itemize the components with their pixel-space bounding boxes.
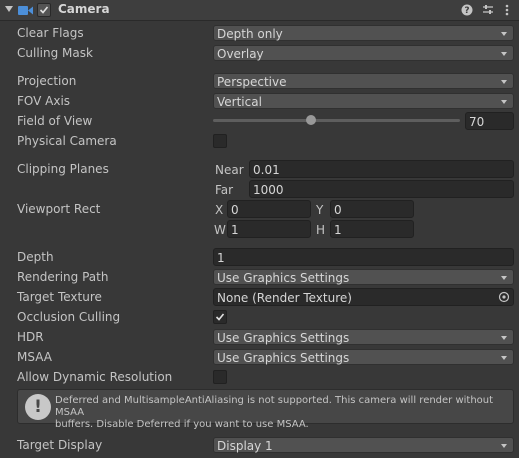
occlusion-culling-label: Occlusion Culling: [17, 310, 121, 324]
hdr-value: Use Graphics Settings: [217, 331, 350, 345]
help-message-line-1: Deferred and MultisampleAntiAliasing is …: [55, 395, 494, 418]
clipping-planes-label: Clipping Planes: [17, 162, 109, 176]
culling-mask-value: Overlay: [217, 47, 264, 61]
dropdown-arrow-icon: [501, 356, 507, 360]
near-label: Near: [215, 163, 244, 177]
physical-camera-checkbox[interactable]: [213, 134, 227, 148]
projection-dropdown[interactable]: Perspective: [213, 73, 514, 89]
msaa-dropdown[interactable]: Use Graphics Settings: [213, 349, 514, 365]
allow-dynamic-resolution-label: Allow Dynamic Resolution: [17, 370, 173, 384]
svg-text:?: ?: [464, 6, 469, 16]
clear-flags-label: Clear Flags: [17, 26, 84, 40]
dropdown-arrow-icon: [501, 52, 507, 56]
field-of-view-slider-handle[interactable]: [306, 115, 316, 125]
culling-mask-label: Culling Mask: [17, 46, 93, 60]
viewport-w-input[interactable]: 1: [227, 220, 311, 238]
fov-axis-value: Vertical: [217, 95, 262, 109]
camera-icon: [18, 6, 33, 15]
help-icon[interactable]: ?: [460, 2, 474, 16]
object-picker-icon[interactable]: [498, 291, 510, 303]
more-options-icon[interactable]: [502, 2, 512, 16]
viewport-x-input[interactable]: 0: [227, 200, 311, 218]
far-label: Far: [215, 183, 234, 197]
msaa-warning-helpbox: ! Deferred and MultisampleAntiAliasing i…: [17, 389, 514, 430]
target-display-dropdown[interactable]: Display 1: [213, 437, 514, 453]
fov-axis-label: FOV Axis: [17, 94, 71, 108]
msaa-value: Use Graphics Settings: [217, 351, 350, 365]
depth-label: Depth: [17, 250, 54, 264]
field-of-view-slider-track[interactable]: [213, 119, 460, 122]
component-enabled-checkbox[interactable]: [37, 3, 51, 17]
checkmark-icon: [215, 313, 225, 321]
viewport-w-label: W: [214, 223, 226, 237]
foldout-arrow-icon[interactable]: [5, 6, 13, 12]
physical-camera-label: Physical Camera: [17, 134, 117, 148]
rendering-path-label: Rendering Path: [17, 270, 109, 284]
near-clip-input[interactable]: 0.01: [249, 160, 514, 178]
presets-icon[interactable]: [481, 2, 495, 16]
help-message-line-2: buffers. Disable Deferred if you want to…: [55, 419, 309, 430]
hdr-label: HDR: [17, 330, 44, 344]
target-texture-label: Target Texture: [17, 290, 102, 304]
target-display-label: Target Display: [17, 438, 103, 452]
help-message: Deferred and MultisampleAntiAliasing is …: [55, 395, 510, 431]
dropdown-arrow-icon: [501, 80, 507, 84]
dropdown-arrow-icon: [501, 100, 507, 104]
projection-value: Perspective: [217, 75, 287, 89]
fov-axis-dropdown[interactable]: Vertical: [213, 93, 514, 109]
viewport-x-label: X: [215, 203, 224, 217]
projection-label: Projection: [17, 74, 77, 88]
rendering-path-dropdown[interactable]: Use Graphics Settings: [213, 269, 514, 285]
viewport-rect-label: Viewport Rect: [17, 202, 101, 216]
viewport-h-label: H: [316, 223, 326, 237]
dropdown-arrow-icon: [501, 32, 507, 36]
clear-flags-dropdown[interactable]: Depth only: [213, 25, 514, 41]
far-clip-input[interactable]: 1000: [249, 180, 514, 198]
viewport-h-input[interactable]: 1: [330, 220, 414, 238]
field-of-view-input[interactable]: 70: [465, 112, 514, 130]
target-texture-value: None (Render Texture): [217, 291, 352, 305]
viewport-y-input[interactable]: 0: [330, 200, 414, 218]
component-title: Camera: [58, 2, 110, 16]
field-of-view-label: Field of View: [17, 114, 93, 128]
culling-mask-dropdown[interactable]: Overlay: [213, 45, 514, 61]
dropdown-arrow-icon: [501, 276, 507, 280]
allow-dynamic-resolution-checkbox[interactable]: [213, 370, 227, 384]
occlusion-culling-checkbox[interactable]: [213, 310, 227, 324]
dropdown-arrow-icon: [501, 444, 507, 448]
msaa-label: MSAA: [17, 350, 52, 364]
rendering-path-value: Use Graphics Settings: [217, 271, 350, 285]
checkmark-icon: [39, 6, 49, 14]
component-header: Camera ?: [0, 0, 519, 21]
target-texture-field[interactable]: None (Render Texture): [213, 288, 514, 306]
depth-input[interactable]: 1: [213, 248, 514, 266]
target-display-value: Display 1: [217, 439, 273, 453]
hdr-dropdown[interactable]: Use Graphics Settings: [213, 329, 514, 345]
warning-icon: !: [25, 394, 51, 420]
viewport-y-label: Y: [316, 203, 324, 217]
dropdown-arrow-icon: [501, 336, 507, 340]
clear-flags-value: Depth only: [217, 27, 283, 41]
